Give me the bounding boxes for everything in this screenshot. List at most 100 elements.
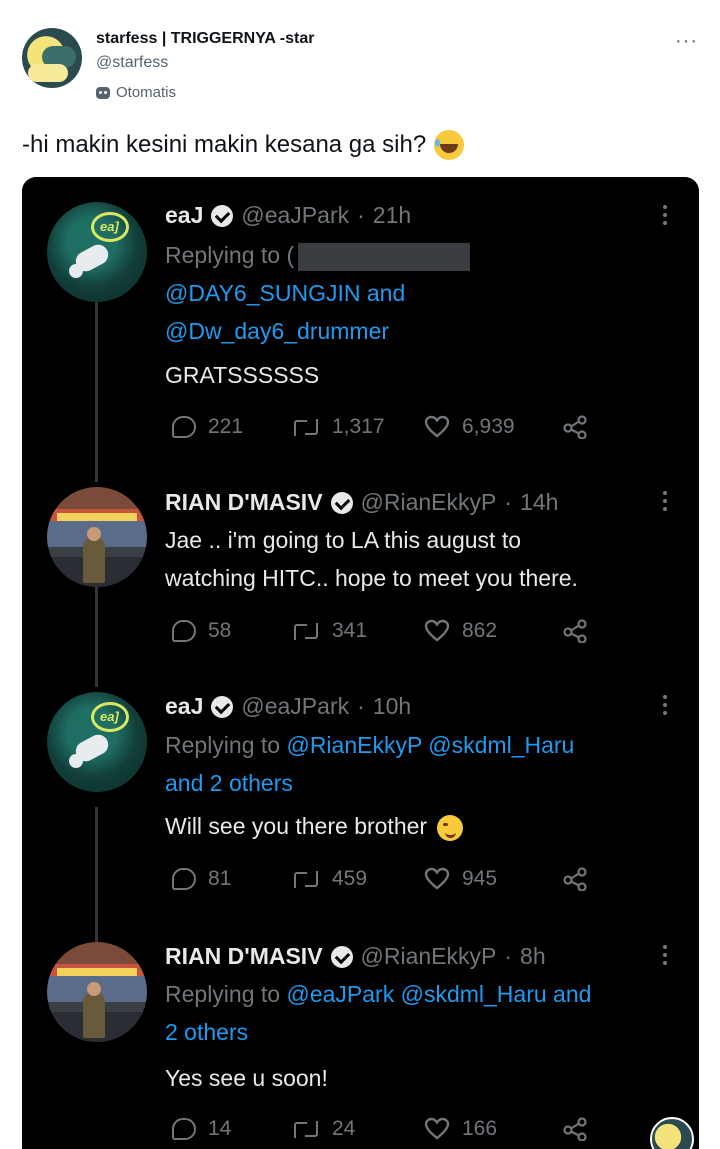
winking-face-icon xyxy=(437,814,464,841)
verified-icon xyxy=(211,695,234,718)
action-bar: 221 1,317 6,939 xyxy=(172,415,588,439)
replying-to-line: Replying to @RianEkkyP @skdml_Haru xyxy=(165,732,574,759)
outer-tweet-text-content: -hi makin kesini makin kesana ga sih? xyxy=(22,131,427,158)
action-bar: 81 459 945 xyxy=(172,867,588,891)
like-button[interactable]: 6,939 xyxy=(424,415,562,439)
heart-icon xyxy=(424,1117,450,1141)
avatar[interactable]: ea] xyxy=(47,692,147,792)
reply-header: RIAN D'MASIV @RianEkkyP · 8h xyxy=(165,943,546,970)
reply-header: RIAN D'MASIV @RianEkkyP · 14h xyxy=(165,489,558,516)
reply-button[interactable]: 14 xyxy=(172,1117,292,1141)
separator-dot: · xyxy=(357,693,365,719)
others-link[interactable]: 2 others xyxy=(165,1019,248,1046)
mention-link[interactable]: @RianEkkyP xyxy=(286,732,421,758)
like-count: 862 xyxy=(462,619,498,642)
retweet-count: 24 xyxy=(332,1117,356,1140)
share-button[interactable] xyxy=(562,415,588,439)
separator-dot: · xyxy=(357,202,365,228)
tweet-text: Jae .. i'm going to LA this august to xyxy=(165,527,521,553)
author-name[interactable]: RIAN D'MASIV xyxy=(165,489,323,516)
timestamp[interactable]: 21h xyxy=(373,202,411,229)
outer-avatar[interactable] xyxy=(22,28,82,88)
mention-link[interactable]: @Dw_day6_drummer xyxy=(165,318,389,345)
reply-count: 14 xyxy=(208,1117,232,1140)
mention-link[interactable]: @eaJPark xyxy=(286,981,394,1007)
retweet-count: 1,317 xyxy=(332,415,385,438)
author-name[interactable]: eaJ xyxy=(165,693,203,720)
share-button[interactable] xyxy=(562,1117,588,1141)
thread-line xyxy=(95,302,98,482)
like-button[interactable]: 166 xyxy=(424,1117,562,1141)
author-name[interactable]: eaJ xyxy=(165,202,203,229)
outer-author-name[interactable]: starfess | TRIGGERNYA -star xyxy=(96,30,314,48)
share-icon xyxy=(562,1117,588,1141)
timestamp[interactable]: 14h xyxy=(520,489,558,516)
action-bar: 58 341 862 xyxy=(172,619,588,643)
tweet-text: watching HITC.. hope to meet you there. xyxy=(165,565,578,591)
replying-to-label: Replying to xyxy=(165,242,281,268)
avatar[interactable]: ea] xyxy=(47,202,147,302)
replying-to-line: Replying to ( xyxy=(165,242,471,271)
tweet-text: GRATSSSSSS xyxy=(165,362,320,388)
thread-line xyxy=(95,807,98,947)
heart-icon xyxy=(424,867,450,891)
reply-icon xyxy=(172,1118,196,1140)
verified-icon xyxy=(330,945,353,968)
timestamp[interactable]: 8h xyxy=(520,943,546,970)
action-bar: 14 24 166 xyxy=(172,1117,588,1141)
share-button[interactable] xyxy=(562,619,588,643)
mention-link[interactable]: @skdml_Haru and xyxy=(401,981,592,1007)
author-name[interactable]: RIAN D'MASIV xyxy=(165,943,323,970)
screenshot-card: ea] eaJ @eaJPark · 21h Replying to ( @DA… xyxy=(22,177,699,1149)
author-handle[interactable]: @eaJPark xyxy=(241,693,349,720)
heart-icon xyxy=(424,619,450,643)
author-handle[interactable]: @RianEkkyP xyxy=(361,943,497,970)
share-icon xyxy=(562,415,588,439)
more-options-button[interactable]: ··· xyxy=(675,30,698,53)
reply-button[interactable]: 58 xyxy=(172,619,292,643)
like-button[interactable]: 862 xyxy=(424,619,562,643)
verified-icon xyxy=(211,204,234,227)
reply-icon xyxy=(172,620,196,642)
others-link[interactable]: and 2 others xyxy=(165,770,293,797)
author-handle[interactable]: @eaJPark xyxy=(241,202,349,229)
retweet-button[interactable]: 341 xyxy=(292,619,424,643)
retweet-icon xyxy=(292,418,320,436)
tweet-text: Will see you there brother xyxy=(165,813,464,841)
reply-header: eaJ @eaJPark · 10h xyxy=(165,693,411,720)
retweet-button[interactable]: 459 xyxy=(292,867,424,891)
tweet-text-content: Will see you there brother xyxy=(165,813,428,839)
separator-dot: · xyxy=(504,489,513,515)
reply-count: 81 xyxy=(208,867,232,890)
author-handle[interactable]: @RianEkkyP xyxy=(361,489,497,516)
reply-count: 221 xyxy=(208,415,244,438)
more-icon[interactable] xyxy=(663,945,669,965)
share-icon xyxy=(562,867,588,891)
reply-button[interactable]: 81 xyxy=(172,867,292,891)
like-button[interactable]: 945 xyxy=(424,867,562,891)
share-icon xyxy=(562,619,588,643)
like-count: 6,939 xyxy=(462,415,515,438)
redacted-mention xyxy=(298,242,471,271)
reply-icon xyxy=(172,868,196,890)
verified-icon xyxy=(330,491,353,514)
share-button[interactable] xyxy=(562,867,588,891)
robot-icon xyxy=(96,86,110,99)
mention-link[interactable]: @DAY6_SUNGJIN and xyxy=(165,280,405,307)
automated-text: Otomatis xyxy=(116,84,177,101)
reply-button[interactable]: 221 xyxy=(172,415,292,439)
outer-author-handle[interactable]: @starfess xyxy=(96,54,168,72)
timestamp[interactable]: 10h xyxy=(373,693,411,720)
tweet-text: Yes see u soon! xyxy=(165,1065,328,1091)
retweet-button[interactable]: 1,317 xyxy=(292,415,424,439)
avatar[interactable] xyxy=(47,942,147,1042)
automated-label: Otomatis xyxy=(96,84,176,101)
retweet-button[interactable]: 24 xyxy=(292,1117,424,1141)
mention-link[interactable]: @skdml_Haru xyxy=(428,732,574,758)
more-icon[interactable] xyxy=(663,695,669,715)
more-icon[interactable] xyxy=(663,491,669,511)
more-icon[interactable] xyxy=(663,205,669,225)
avatar[interactable] xyxy=(47,487,147,587)
replying-to-line: Replying to @eaJPark @skdml_Haru and xyxy=(165,981,591,1008)
retweet-icon xyxy=(292,622,320,640)
